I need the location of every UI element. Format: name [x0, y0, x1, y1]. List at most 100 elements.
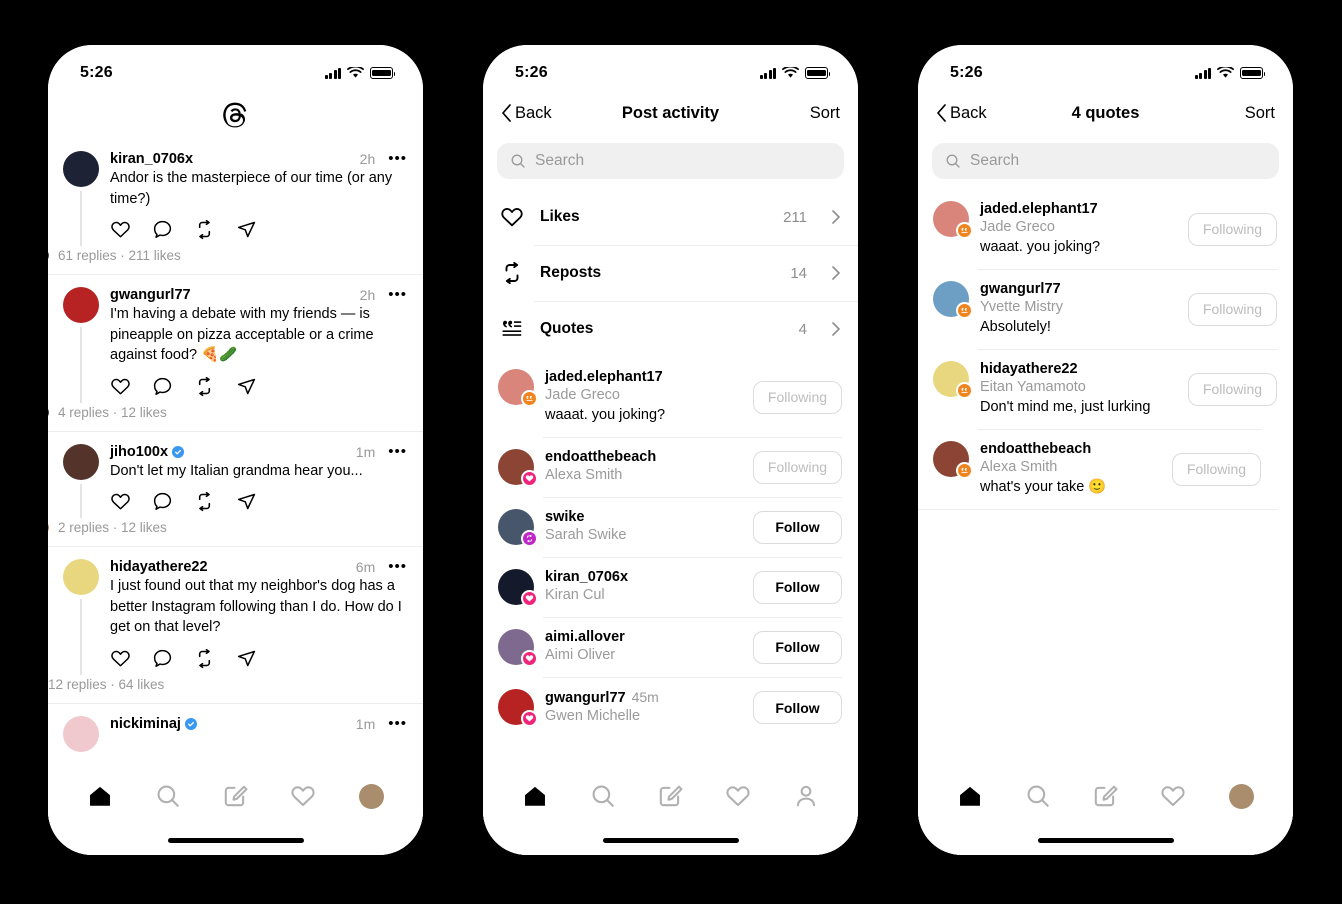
avatar[interactable] — [63, 443, 99, 480]
avatar[interactable] — [498, 569, 538, 607]
avatar[interactable] — [63, 715, 99, 752]
post-meta[interactable]: 12 replies · 64 likes — [48, 677, 164, 692]
repost-icon[interactable] — [194, 491, 215, 512]
tab-compose[interactable] — [1083, 776, 1127, 816]
avatar[interactable] — [933, 441, 973, 479]
tab-profile[interactable] — [1219, 776, 1263, 816]
share-icon[interactable] — [236, 491, 257, 512]
post-username[interactable]: jiho100x — [110, 444, 168, 460]
quotes-list[interactable]: jaded.elephant17 Jade Greco waaat. you j… — [918, 189, 1293, 767]
follow-button[interactable]: Following — [1188, 292, 1277, 326]
username[interactable]: aimi.allover — [545, 629, 625, 645]
search-input[interactable]: Search — [497, 143, 844, 179]
user-row[interactable]: gwangurl77 Yvette Mistry Absolutely! Fol… — [918, 269, 1293, 349]
post-more-icon[interactable]: ••• — [379, 151, 407, 166]
avatar[interactable] — [933, 281, 973, 319]
follow-button[interactable]: Following — [1188, 372, 1277, 406]
sort-button[interactable]: Sort — [810, 104, 840, 123]
tab-search[interactable] — [146, 776, 190, 816]
follow-button[interactable]: Follow — [753, 510, 842, 544]
tab-profile[interactable] — [349, 776, 393, 816]
tab-compose[interactable] — [648, 776, 692, 816]
avatar[interactable] — [498, 449, 538, 487]
comment-icon[interactable] — [152, 648, 173, 669]
repost-icon[interactable] — [194, 376, 215, 397]
tab-search[interactable] — [1016, 776, 1060, 816]
tab-home[interactable] — [948, 776, 992, 816]
avatar[interactable] — [498, 629, 538, 667]
tab-compose[interactable] — [213, 776, 257, 816]
share-icon[interactable] — [236, 376, 257, 397]
activity-row-likes[interactable]: Likes 211 — [483, 189, 858, 245]
post-more-icon[interactable]: ••• — [379, 287, 407, 302]
back-button[interactable]: Back — [501, 104, 552, 123]
post-meta[interactable]: 4 replies · 12 likes — [58, 405, 167, 420]
user-row[interactable]: aimi.allover Aimi Oliver Follow — [483, 617, 858, 677]
feed-post[interactable]: kiran_0706x 2h ••• Andor is the masterpi… — [48, 139, 423, 275]
feed-post[interactable]: hidayathere22 6m ••• I just found out th… — [48, 547, 423, 704]
activity-row-reposts[interactable]: Reposts 14 — [483, 245, 858, 301]
user-row[interactable]: jaded.elephant17 Jade Greco waaat. you j… — [918, 189, 1293, 269]
share-icon[interactable] — [236, 219, 257, 240]
avatar[interactable] — [498, 509, 538, 547]
comment-icon[interactable] — [152, 376, 173, 397]
post-more-icon[interactable]: ••• — [379, 444, 407, 459]
username[interactable]: gwangurl77 — [980, 281, 1061, 297]
user-row[interactable]: endoatthebeach Alexa Smith Following — [483, 437, 858, 497]
username[interactable]: jaded.elephant17 — [980, 201, 1098, 217]
heart-icon[interactable] — [110, 376, 131, 397]
follow-button[interactable]: Following — [753, 380, 842, 414]
avatar[interactable] — [498, 369, 538, 407]
tab-activity[interactable] — [1151, 776, 1195, 816]
tab-activity[interactable] — [281, 776, 325, 816]
sort-button[interactable]: Sort — [1245, 104, 1275, 123]
post-username[interactable]: nickiminaj — [110, 716, 181, 732]
avatar[interactable] — [933, 361, 973, 399]
avatar[interactable] — [63, 151, 99, 187]
user-row[interactable]: swike Sarah Swike Follow — [483, 497, 858, 557]
post-username[interactable]: kiran_0706x — [110, 151, 193, 167]
feed-post[interactable]: gwangurl77 2h ••• I'm having a debate wi… — [48, 275, 423, 432]
user-row[interactable]: kiran_0706x Kiran Cul Follow — [483, 557, 858, 617]
username[interactable]: hidayathere22 — [980, 361, 1078, 377]
heart-icon[interactable] — [110, 491, 131, 512]
username[interactable]: endoatthebeach — [980, 441, 1091, 457]
follow-button[interactable]: Follow — [753, 570, 842, 604]
username[interactable]: gwangurl77 — [545, 690, 626, 706]
back-button[interactable]: Back — [936, 104, 987, 123]
avatar[interactable] — [498, 689, 538, 727]
follow-button[interactable]: Following — [753, 450, 842, 484]
post-username[interactable]: hidayathere22 — [110, 559, 208, 575]
user-row[interactable]: hidayathere22 Eitan Yamamoto Don't mind … — [918, 349, 1293, 429]
post-more-icon[interactable]: ••• — [379, 716, 407, 731]
heart-icon[interactable] — [110, 648, 131, 669]
tab-activity[interactable] — [716, 776, 760, 816]
username[interactable]: kiran_0706x — [545, 569, 628, 585]
repost-icon[interactable] — [194, 219, 215, 240]
username[interactable]: swike — [545, 509, 585, 525]
avatar[interactable] — [933, 201, 973, 239]
feed-post[interactable]: jiho100x 1m ••• Don't let my Italian gra… — [48, 432, 423, 547]
repost-icon[interactable] — [194, 648, 215, 669]
follow-button[interactable]: Following — [1172, 452, 1261, 486]
avatar[interactable] — [63, 287, 99, 323]
user-row[interactable]: jaded.elephant17 Jade Greco waaat. you j… — [483, 357, 858, 437]
avatar[interactable] — [63, 559, 99, 595]
user-row[interactable]: gwangurl77 45m Gwen Michelle Follow — [483, 677, 858, 738]
post-meta[interactable]: 2 replies · 12 likes — [58, 520, 167, 535]
post-more-icon[interactable]: ••• — [379, 559, 407, 574]
activity-list[interactable]: Likes 211 Reposts 14 Quotes 4 jaded.elep… — [483, 189, 858, 767]
tab-home[interactable] — [513, 776, 557, 816]
tab-home[interactable] — [78, 776, 122, 816]
username[interactable]: endoatthebeach — [545, 449, 656, 465]
follow-button[interactable]: Follow — [753, 691, 842, 724]
comment-icon[interactable] — [152, 219, 173, 240]
tab-search[interactable] — [581, 776, 625, 816]
feed-list[interactable]: kiran_0706x 2h ••• Andor is the masterpi… — [48, 139, 423, 767]
search-input[interactable]: Search — [932, 143, 1279, 179]
share-icon[interactable] — [236, 648, 257, 669]
user-row[interactable]: endoatthebeach Alexa Smith what's your t… — [918, 429, 1277, 510]
tab-profile[interactable] — [784, 776, 828, 816]
feed-post[interactable]: nickiminaj 1m ••• — [48, 704, 423, 752]
heart-icon[interactable] — [110, 219, 131, 240]
